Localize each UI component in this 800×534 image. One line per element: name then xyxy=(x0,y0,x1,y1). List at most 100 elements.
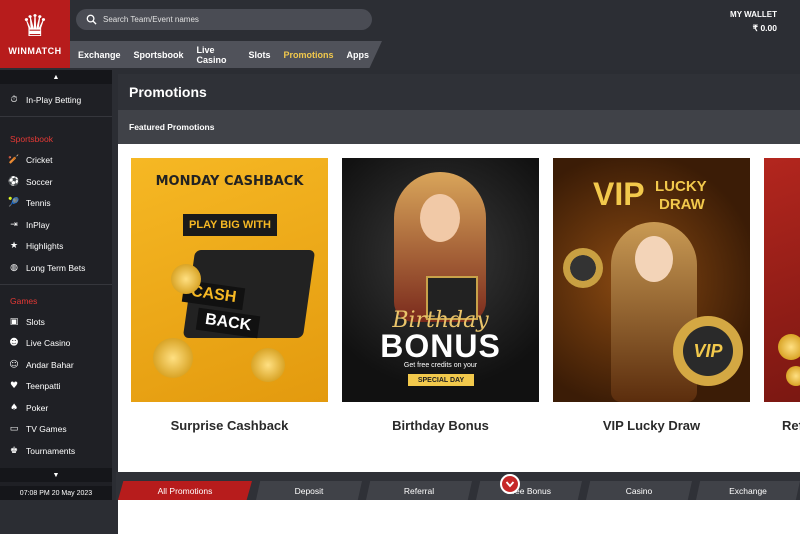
sidebar-item-highlights[interactable]: ★ Highlights xyxy=(8,236,63,256)
trophy-icon: ♚ xyxy=(9,446,19,456)
tab-casino[interactable]: Casino xyxy=(586,481,692,500)
promo-card-caption: Ref xyxy=(782,418,800,433)
promo-image-cashback: MONDAY CASHBACK PLAY BIG WITH CASH BACK xyxy=(131,158,328,402)
tab-free-bonus[interactable]: Free Bonus xyxy=(476,481,582,500)
slot-machine-icon: ▣ xyxy=(9,317,19,327)
search-bar[interactable] xyxy=(76,9,372,30)
sidebar-item-live-casino[interactable]: ☻ Live Casino xyxy=(8,333,70,353)
promo-art-line: SPECIAL DAY xyxy=(408,374,474,386)
coin-shape xyxy=(778,334,800,360)
chevron-down-icon xyxy=(505,481,515,488)
clock: 07:08 PM 20 May 2023 xyxy=(0,486,112,500)
tennis-icon: 🎾 xyxy=(8,198,20,208)
sidebar-item-inplay-betting[interactable]: ⏱ In-Play Betting xyxy=(8,90,81,110)
sidebar-item-tv-games[interactable]: ▭ TV Games xyxy=(8,419,67,439)
tab-referral[interactable]: Referral xyxy=(366,481,472,500)
sidebar-item-poker[interactable]: ♠ Poker xyxy=(8,398,48,418)
tab-all-promotions[interactable]: All Promotions xyxy=(118,481,252,500)
sidebar-divider xyxy=(0,116,112,117)
coin-shape xyxy=(786,366,800,386)
wallet[interactable]: MY WALLET ₹ 0.00 xyxy=(730,10,777,34)
sidebar-item-teenpatti[interactable]: ♥ Teenpatti xyxy=(8,376,61,396)
sidebar-item-tennis[interactable]: 🎾 Tennis xyxy=(8,193,51,213)
sidebar-item-andar-bahar[interactable]: ☺ Andar Bahar xyxy=(8,355,73,375)
promo-art-line: Get free credits on your xyxy=(403,362,478,369)
promo-image-birthday: Birthday BONUS Get free credits on your … xyxy=(342,158,539,402)
promo-image-referral xyxy=(764,158,800,402)
soccer-ball-icon: ⚽ xyxy=(8,177,20,187)
promo-card-vip-lucky-draw[interactable]: VIP LUCKY DRAW VIP VIP Lucky Draw xyxy=(553,158,750,433)
promo-card-caption: Birthday Bonus xyxy=(392,418,489,433)
promo-card-birthday-bonus[interactable]: Birthday BONUS Get free credits on your … xyxy=(342,158,539,433)
sidebar-item-label: Tennis xyxy=(26,198,51,208)
page-title: Promotions xyxy=(118,74,800,110)
nav-sportsbook[interactable]: Sportsbook xyxy=(134,50,184,60)
top-bar: ♛ WINMATCH Exchange Sportsbook Live Casi… xyxy=(0,0,800,70)
cricket-icon: 🏏 xyxy=(8,155,20,165)
promo-image-vip: VIP LUCKY DRAW VIP xyxy=(553,158,750,402)
promo-art-line: MONDAY CASHBACK xyxy=(155,174,304,189)
sidebar-item-label: Slots xyxy=(26,317,45,327)
poker-icon: ♠ xyxy=(9,403,19,413)
sidebar-scroll-down[interactable]: ▼ xyxy=(0,468,112,482)
sidebar-item-cricket[interactable]: 🏏 Cricket xyxy=(8,150,52,170)
stopwatch-icon: ⏱ xyxy=(10,95,18,105)
coin-shape xyxy=(153,338,193,378)
coin-shape xyxy=(171,264,201,294)
inplay-icon: ⇥ xyxy=(10,220,18,230)
sidebar-item-label: TV Games xyxy=(26,424,67,434)
sidebar-item-label: Cricket xyxy=(26,155,53,165)
sidebar-item-label: InPlay xyxy=(26,220,50,230)
promo-card-caption: VIP Lucky Draw xyxy=(602,418,701,433)
sidebar-item-label: Poker xyxy=(26,403,49,413)
promo-card-surprise-cashback[interactable]: MONDAY CASHBACK PLAY BIG WITH CASH BACK … xyxy=(131,158,328,433)
chevron-down-icon: ▼ xyxy=(52,471,60,479)
brand-name: WINMATCH xyxy=(8,46,62,56)
star-icon: ★ xyxy=(9,241,19,251)
sidebar-section-games: Games xyxy=(10,296,38,306)
sidebar-scroll-up[interactable]: ▲ xyxy=(0,70,112,84)
cards-icon: ♥ xyxy=(9,381,19,391)
promo-card-caption: Surprise Cashback xyxy=(170,418,289,433)
chevron-up-icon: ▲ xyxy=(52,73,60,81)
promo-art-line: BONUS xyxy=(380,328,501,364)
main-content: Promotions Featured Promotions MONDAY CA… xyxy=(116,72,800,534)
promo-art-line: LUCKY xyxy=(655,178,707,195)
promo-card-referral[interactable]: Ref xyxy=(764,158,800,433)
sidebar-item-slots[interactable]: ▣ Slots xyxy=(8,312,45,332)
sidebar-item-inplay[interactable]: ⇥ InPlay xyxy=(8,215,50,235)
featured-promotions-heading: Featured Promotions xyxy=(118,110,800,144)
sidebar: ▲ ⏱ In-Play Betting Sportsbook 🏏 Cricket… xyxy=(0,70,112,500)
promo-art-line: PLAY BIG WITH xyxy=(183,214,277,236)
tv-icon: ▭ xyxy=(9,424,19,434)
nav-live-casino[interactable]: Live Casino xyxy=(197,45,236,65)
user-icon: ☺ xyxy=(9,360,19,370)
vip-chip: VIP xyxy=(673,316,743,386)
crown-shield-icon: ♛ xyxy=(21,9,49,44)
scroll-down-button[interactable] xyxy=(500,474,520,494)
sidebar-item-soccer[interactable]: ⚽ Soccer xyxy=(8,172,52,192)
brand-logo[interactable]: ♛ WINMATCH xyxy=(0,0,70,68)
promo-art-line: VIP xyxy=(693,340,723,361)
search-input[interactable] xyxy=(103,15,343,24)
nav-apps[interactable]: Apps xyxy=(347,50,370,60)
sidebar-item-long-term-bets[interactable]: ◍ Long Term Bets xyxy=(8,258,85,278)
nav-promotions[interactable]: Promotions xyxy=(283,50,333,60)
sidebar-item-label: Soccer xyxy=(26,177,53,187)
face-shape xyxy=(420,194,460,242)
sidebar-item-label: Live Casino xyxy=(26,338,71,348)
sidebar-item-label: In-Play Betting xyxy=(26,95,82,105)
tab-exchange[interactable]: Exchange xyxy=(696,481,800,500)
sidebar-item-tournaments[interactable]: ♚ Tournaments xyxy=(8,441,75,461)
face-shape xyxy=(635,236,673,282)
sidebar-item-label: Long Term Bets xyxy=(26,263,86,273)
globe-icon: ◍ xyxy=(10,263,18,273)
coin-shape xyxy=(251,348,285,382)
nav-exchange[interactable]: Exchange xyxy=(78,50,121,60)
nav-slots[interactable]: Slots xyxy=(248,50,270,60)
tab-deposit[interactable]: Deposit xyxy=(256,481,362,500)
dealer-icon: ☻ xyxy=(9,338,19,348)
sidebar-section-sportsbook: Sportsbook xyxy=(10,134,53,144)
promo-art-line: VIP xyxy=(593,176,645,212)
main-nav: Exchange Sportsbook Live Casino Slots Pr… xyxy=(70,41,382,68)
